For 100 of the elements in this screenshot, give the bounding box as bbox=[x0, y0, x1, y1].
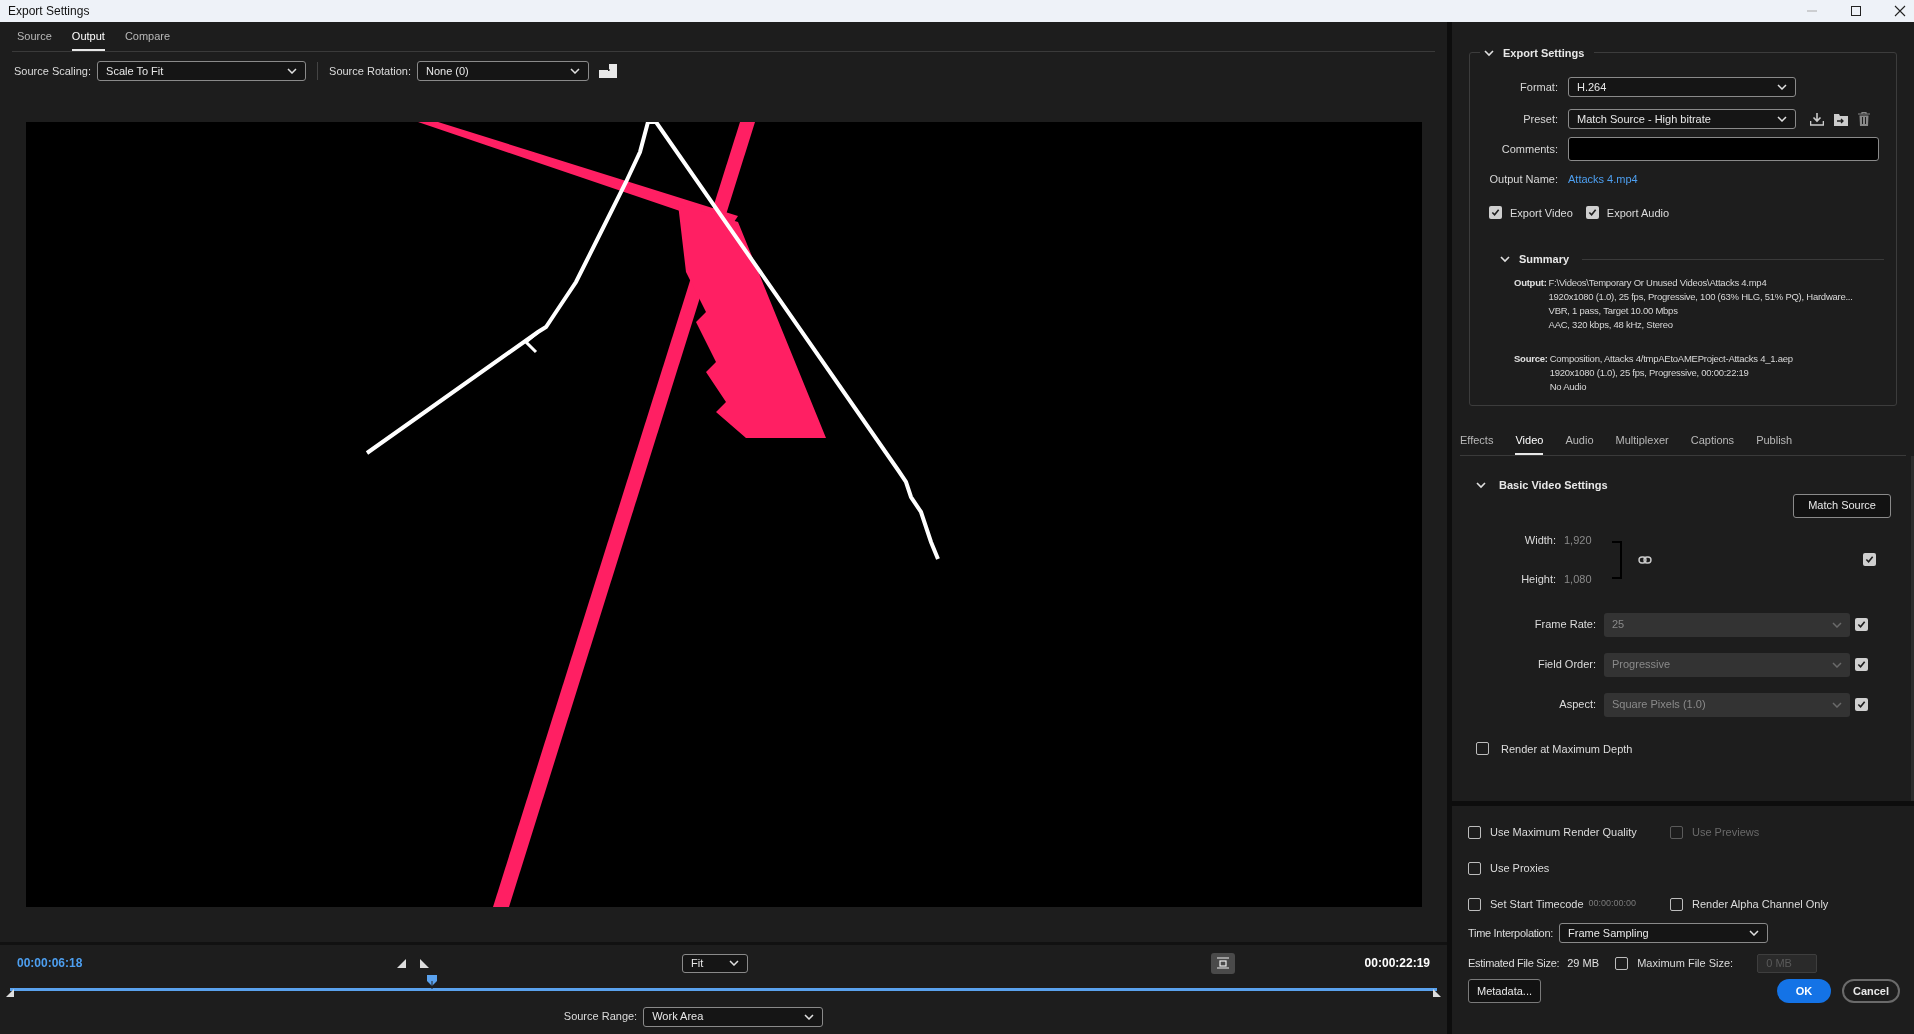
summary-line: 1920x1080 (1.0), 25 fps, Progressive, 100 (63% HLG, 51% PQ), Hardware... bbox=[1548, 289, 1854, 304]
dropdown[interactable]: None (0) bbox=[417, 61, 589, 81]
chevron-icon[interactable] bbox=[1500, 255, 1510, 263]
dropdown[interactable]: Work Area bbox=[643, 1006, 824, 1027]
summary-label: Source: bbox=[1514, 351, 1548, 366]
checkbox-label[interactable]: Export Audio bbox=[1606, 204, 1670, 221]
caret-icon bbox=[1832, 701, 1842, 708]
trash-icon[interactable] bbox=[1858, 112, 1870, 126]
download-icon[interactable] bbox=[1810, 112, 1824, 126]
checkbox-label[interactable]: Maximum File Size: bbox=[1637, 954, 1758, 972]
chevron-icon[interactable] bbox=[1484, 49, 1494, 57]
timecode: 00:00:00:00 bbox=[1588, 897, 1637, 911]
field-label: Preset: bbox=[1522, 111, 1559, 127]
cancel-button[interactable]: Cancel bbox=[1842, 979, 1900, 1003]
summary-line: No Audio bbox=[1549, 379, 1588, 394]
rotate-icon[interactable] bbox=[599, 64, 617, 78]
caret-icon bbox=[1777, 84, 1787, 90]
tab[interactable]: Source bbox=[17, 27, 52, 51]
field-label: Aspect: bbox=[1558, 697, 1597, 713]
chevron-icon[interactable] bbox=[1476, 481, 1486, 489]
dropdown[interactable]: Progressive bbox=[1604, 652, 1850, 677]
summary-line: F:\Videos\Temporary Or Unused Videos\Attacks 4.mp4 bbox=[1548, 275, 1768, 290]
checkbox-label[interactable]: Export Video bbox=[1510, 204, 1573, 221]
checkbox[interactable] bbox=[1670, 897, 1683, 911]
metadata-button[interactable]: Metadata... bbox=[1468, 979, 1542, 1003]
caret-icon bbox=[804, 1013, 815, 1020]
current-timecode: 00:00:06:18 bbox=[17, 955, 84, 972]
fit-button[interactable] bbox=[1210, 952, 1235, 974]
field-label: Height: bbox=[1520, 572, 1557, 587]
field-label: Field Order: bbox=[1536, 657, 1597, 673]
caret-icon bbox=[1749, 930, 1759, 936]
field-value: 29 MB bbox=[1567, 955, 1600, 971]
summary-label: Output: bbox=[1514, 275, 1547, 290]
timeline-track[interactable] bbox=[10, 988, 1437, 991]
field-label: Format: bbox=[1519, 79, 1559, 95]
tab[interactable]: Audio bbox=[1565, 431, 1594, 455]
dropdown[interactable]: Scale To Fit bbox=[97, 61, 307, 81]
window-title: Export Settings bbox=[7, 3, 90, 20]
checkbox[interactable] bbox=[1855, 618, 1868, 631]
out-point-icon[interactable] bbox=[1433, 989, 1441, 997]
fit-frame-icon bbox=[1215, 957, 1230, 969]
maximize-icon[interactable] bbox=[1850, 5, 1862, 17]
close-icon[interactable] bbox=[1894, 5, 1906, 17]
in-point-icon[interactable] bbox=[6, 989, 14, 997]
caret-icon bbox=[729, 960, 739, 966]
checkbox-label[interactable]: Render Alpha Channel Only bbox=[1692, 895, 1829, 913]
playhead[interactable] bbox=[427, 975, 438, 989]
dropdown[interactable]: Match Source - High bitrate bbox=[1568, 109, 1796, 129]
ok-button[interactable]: OK bbox=[1777, 979, 1831, 1003]
file-link[interactable]: Attacks 4.mp4 bbox=[1568, 171, 1638, 188]
checkbox[interactable] bbox=[1468, 825, 1481, 839]
dropdown[interactable]: Square Pixels (1.0) bbox=[1604, 692, 1850, 717]
dropdown[interactable]: Fit bbox=[682, 953, 748, 973]
checkbox[interactable] bbox=[1615, 956, 1629, 970]
checkbox[interactable] bbox=[1855, 658, 1868, 671]
checkbox[interactable] bbox=[1855, 698, 1868, 711]
dropdown[interactable]: H.264 bbox=[1568, 77, 1796, 97]
checkbox-label: Use Previews bbox=[1692, 824, 1760, 840]
folder-icon[interactable] bbox=[1834, 112, 1848, 126]
checkbox-label[interactable]: Use Proxies bbox=[1490, 859, 1550, 877]
caret-icon bbox=[1777, 116, 1787, 122]
field-label: Comments: bbox=[1500, 141, 1559, 157]
mark-in-icon[interactable] bbox=[397, 958, 406, 968]
caret-icon bbox=[1832, 661, 1842, 668]
summary-line: VBR, 1 pass, Target 10.00 Mbps bbox=[1548, 303, 1679, 318]
checkbox[interactable] bbox=[1468, 861, 1481, 875]
tab[interactable]: Captions bbox=[1690, 431, 1735, 455]
checkbox-label[interactable]: Render at Maximum Depth bbox=[1501, 740, 1633, 757]
tab[interactable]: Video bbox=[1515, 431, 1544, 455]
section-title: Export Settings bbox=[1503, 46, 1586, 61]
field-value: 1,920 bbox=[1564, 532, 1592, 548]
link-icon[interactable] bbox=[1638, 555, 1652, 564]
field-label: Estimated File Size: bbox=[1468, 955, 1560, 971]
bracket bbox=[1612, 540, 1622, 579]
tab[interactable]: Output bbox=[71, 27, 105, 51]
checkbox-label[interactable]: Use Maximum Render Quality bbox=[1490, 823, 1637, 841]
field-label: Source Rotation: bbox=[329, 63, 411, 79]
dropdown[interactable]: 25 bbox=[1604, 612, 1850, 637]
tab[interactable]: Publish bbox=[1756, 431, 1793, 455]
field-value: 1,080 bbox=[1564, 572, 1592, 587]
dropdown[interactable]: Frame Sampling bbox=[1559, 923, 1768, 943]
caret-icon bbox=[287, 68, 298, 74]
section-title: Summary bbox=[1519, 252, 1570, 267]
section-title: Basic Video Settings bbox=[1499, 478, 1608, 493]
tab[interactable]: Effects bbox=[1460, 431, 1494, 455]
checkbox[interactable] bbox=[1468, 897, 1481, 911]
checkbox[interactable] bbox=[1476, 742, 1489, 756]
field-label: Width: bbox=[1523, 532, 1557, 548]
input-field[interactable] bbox=[1568, 137, 1879, 161]
checkbox[interactable] bbox=[1489, 206, 1502, 220]
mark-out-icon[interactable] bbox=[420, 958, 429, 968]
tab[interactable]: Compare bbox=[124, 27, 171, 51]
summary-line: 1920x1080 (1.0), 25 fps, Progressive, 00:00:22:19 bbox=[1549, 365, 1750, 380]
match-source-button[interactable]: Match Source bbox=[1793, 493, 1891, 518]
checkbox[interactable] bbox=[1863, 553, 1876, 566]
checkbox-label[interactable]: Set Start Timecode bbox=[1490, 895, 1584, 913]
checkbox[interactable] bbox=[1585, 206, 1599, 220]
field-label: Time Interpolation: bbox=[1468, 925, 1553, 941]
tab[interactable]: Multiplexer bbox=[1615, 431, 1669, 455]
field-label: Frame Rate: bbox=[1533, 617, 1597, 633]
